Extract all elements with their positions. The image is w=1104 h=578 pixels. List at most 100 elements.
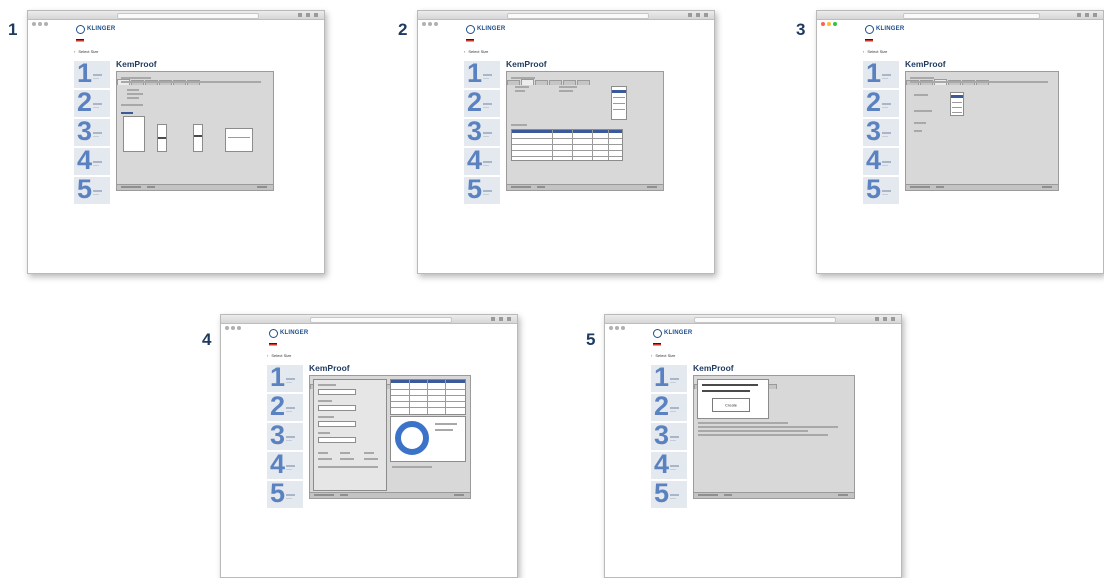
tab-strip	[906, 67, 990, 85]
bookmark-icon[interactable]	[696, 13, 700, 17]
step-4[interactable]: 4	[651, 449, 687, 479]
step-5[interactable]: 5	[863, 174, 899, 204]
nav-link[interactable]: ‹ Select Size	[267, 353, 291, 358]
tab[interactable]	[563, 80, 576, 85]
diagram-box	[123, 116, 145, 152]
maximize-icon[interactable]	[237, 326, 241, 330]
tab[interactable]	[577, 80, 590, 85]
menu-icon[interactable]	[1093, 13, 1097, 17]
nav-link[interactable]: ‹ Select Size	[863, 49, 887, 54]
diagram-box	[225, 128, 253, 152]
language-flag-icon[interactable]	[653, 343, 661, 346]
results-table	[511, 129, 623, 161]
step-2[interactable]: 2	[74, 87, 110, 117]
result-chart	[390, 416, 466, 462]
share-icon[interactable]	[298, 13, 302, 17]
menu-icon[interactable]	[891, 317, 895, 321]
step-5[interactable]: 5	[464, 174, 500, 204]
maximize-icon[interactable]	[44, 22, 48, 26]
address-bar[interactable]	[116, 13, 259, 19]
menu-icon[interactable]	[704, 13, 708, 17]
close-icon[interactable]	[609, 326, 613, 330]
step-5[interactable]: 5	[651, 478, 687, 508]
language-flag-icon[interactable]	[76, 39, 84, 42]
step-sidebar: 1 2 3 4 5	[651, 362, 687, 510]
language-flag-icon[interactable]	[269, 343, 277, 346]
tab[interactable]	[535, 80, 548, 85]
close-icon[interactable]	[422, 22, 426, 26]
step-5[interactable]: 5	[267, 478, 303, 508]
nav-link[interactable]: ‹ Select Size	[464, 49, 488, 54]
step-1[interactable]: 1	[651, 362, 687, 392]
step-4[interactable]: 4	[863, 145, 899, 175]
panel-number: 4	[202, 330, 212, 349]
address-bar[interactable]	[693, 317, 836, 323]
maximize-icon[interactable]	[621, 326, 625, 330]
language-flag-icon[interactable]	[865, 39, 873, 42]
address-bar[interactable]	[902, 13, 1041, 19]
minimize-icon[interactable]	[827, 22, 831, 26]
tab[interactable]	[549, 80, 562, 85]
share-icon[interactable]	[688, 13, 692, 17]
step-2[interactable]: 2	[464, 87, 500, 117]
language-flag-icon[interactable]	[466, 39, 474, 42]
option-list[interactable]	[950, 92, 964, 116]
step-4[interactable]: 4	[464, 145, 500, 175]
size-list[interactable]	[611, 86, 627, 120]
minimize-icon[interactable]	[38, 22, 42, 26]
close-icon[interactable]	[821, 22, 825, 26]
tab-strip	[507, 67, 591, 85]
bookmark-icon[interactable]	[306, 13, 310, 17]
input-field[interactable]	[318, 405, 356, 411]
address-bar[interactable]	[506, 13, 649, 19]
browser-window: KLINGER ‹ Select Size 1 2 3 4 5 KemProof …	[604, 314, 902, 578]
browser-toolbar	[817, 11, 1103, 26]
maximize-icon[interactable]	[833, 22, 837, 26]
step-3[interactable]: 3	[863, 116, 899, 146]
share-icon[interactable]	[491, 317, 495, 321]
minimize-icon[interactable]	[428, 22, 432, 26]
step-4[interactable]: 4	[74, 145, 110, 175]
step-1[interactable]: 1	[464, 58, 500, 88]
app-window	[309, 375, 471, 499]
step-1[interactable]: 1	[863, 58, 899, 88]
maximize-icon[interactable]	[434, 22, 438, 26]
logo-text: KLINGER	[87, 26, 116, 32]
step-1[interactable]: 1	[74, 58, 110, 88]
step-4[interactable]: 4	[267, 449, 303, 479]
tab[interactable]	[507, 80, 520, 85]
close-icon[interactable]	[32, 22, 36, 26]
step-3[interactable]: 3	[267, 420, 303, 450]
step-5[interactable]: 5	[74, 174, 110, 204]
step-3[interactable]: 3	[464, 116, 500, 146]
tab[interactable]	[521, 79, 534, 85]
share-icon[interactable]	[875, 317, 879, 321]
nav-link[interactable]: ‹ Select Size	[74, 49, 98, 54]
browser-toolbar	[221, 315, 517, 330]
step-3[interactable]: 3	[651, 420, 687, 450]
logo-icon	[76, 25, 85, 34]
input-field[interactable]	[318, 389, 356, 395]
bookmark-icon[interactable]	[1085, 13, 1089, 17]
bookmark-icon[interactable]	[499, 317, 503, 321]
ring-chart	[395, 421, 429, 455]
minimize-icon[interactable]	[615, 326, 619, 330]
input-field[interactable]	[318, 437, 356, 443]
step-3[interactable]: 3	[74, 116, 110, 146]
create-button[interactable]: Create	[712, 398, 750, 412]
close-icon[interactable]	[225, 326, 229, 330]
step-2[interactable]: 2	[651, 391, 687, 421]
menu-icon[interactable]	[314, 13, 318, 17]
step-2[interactable]: 2	[267, 391, 303, 421]
nav-link[interactable]: ‹ Select Size	[651, 353, 675, 358]
input-field[interactable]	[318, 421, 356, 427]
share-icon[interactable]	[1077, 13, 1081, 17]
address-bar[interactable]	[309, 317, 452, 323]
bookmark-icon[interactable]	[883, 317, 887, 321]
nav-label: Select Size	[655, 353, 676, 358]
step-1[interactable]: 1	[267, 362, 303, 392]
status-bar	[310, 492, 470, 498]
minimize-icon[interactable]	[231, 326, 235, 330]
step-2[interactable]: 2	[863, 87, 899, 117]
menu-icon[interactable]	[507, 317, 511, 321]
